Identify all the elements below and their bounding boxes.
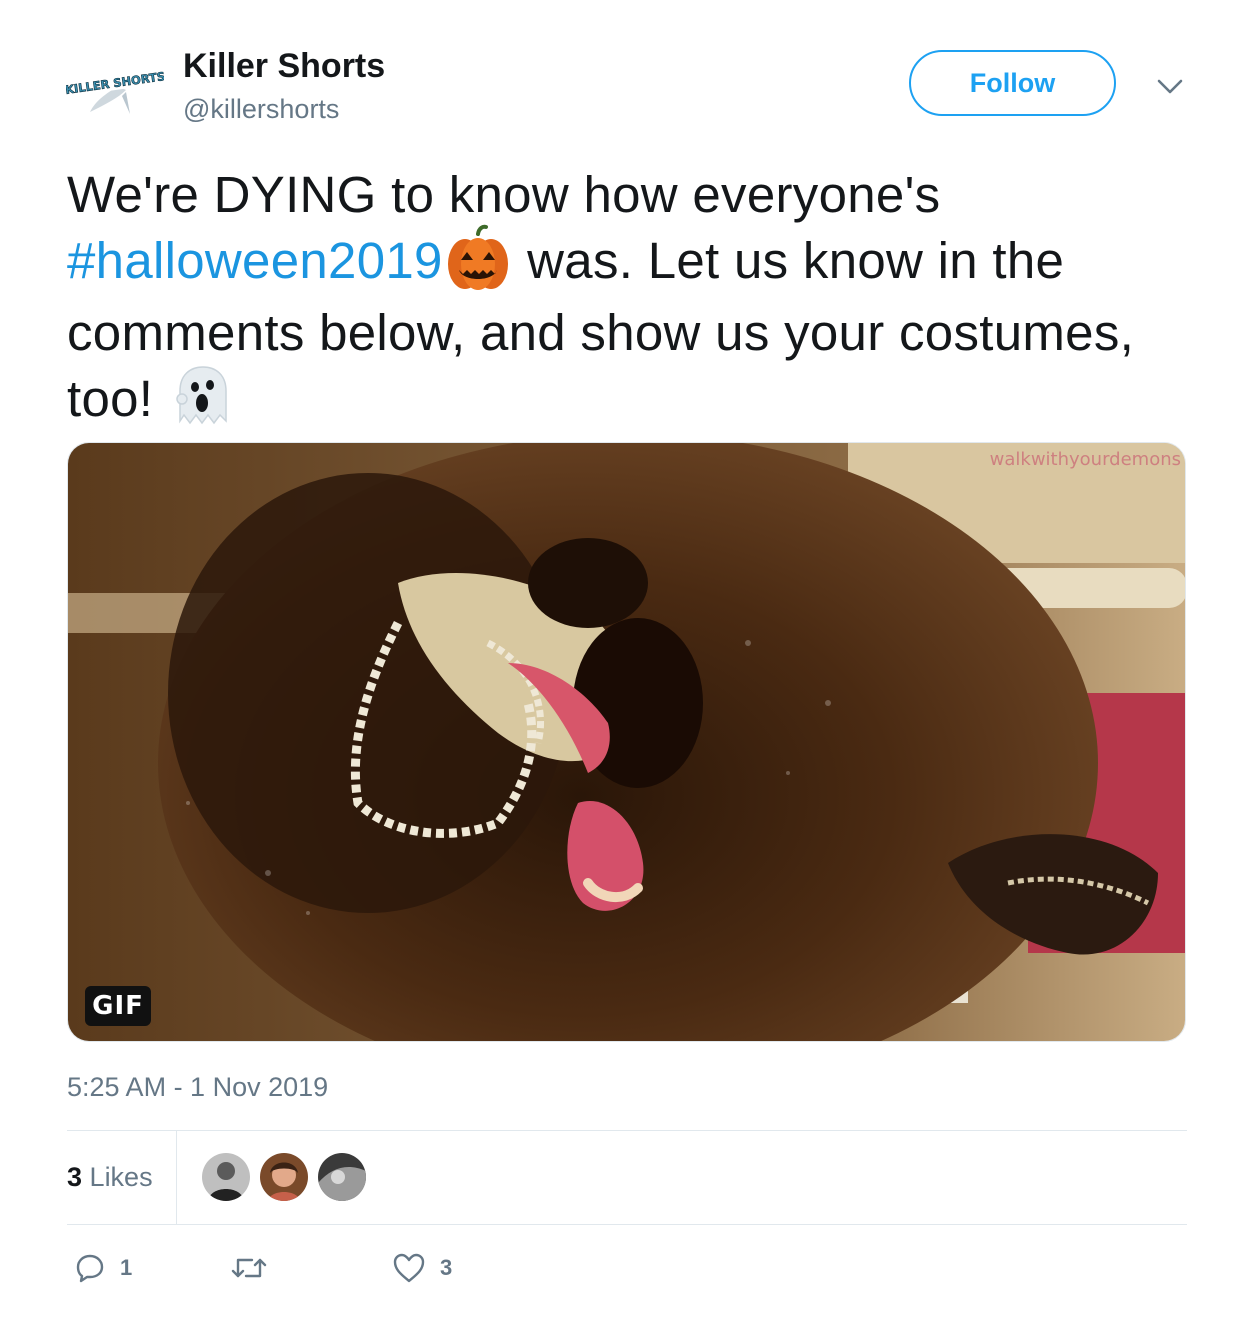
hashtag-link[interactable]: #halloween2019 (67, 232, 443, 289)
gif-frame-image (68, 443, 1185, 1041)
like-count: 3 (440, 1255, 453, 1280)
reply-button[interactable]: 1 (74, 1252, 132, 1284)
gif-badge: GIF (85, 986, 151, 1026)
gif-media[interactable]: walkwithyourdemons GIF (67, 442, 1186, 1042)
author-avatar[interactable]: KILLER SHORTS (64, 56, 166, 116)
killer-shorts-logo: KILLER SHORTS (64, 67, 166, 114)
tweet-timestamp[interactable]: 5:25 AM - 1 Nov 2019 (67, 1072, 328, 1103)
chevron-down-icon[interactable] (1155, 74, 1185, 98)
gif-watermark: walkwithyourdemons (989, 449, 1181, 470)
likes-count-number: 3 (67, 1162, 83, 1192)
tweet-text-part1: We're DYING to know how everyone's (67, 166, 941, 223)
liker-avatar[interactable] (202, 1153, 250, 1201)
likes-section: 3 Likes (67, 1131, 1187, 1224)
likes-count-link[interactable]: 3 Likes (67, 1162, 153, 1193)
heart-icon (393, 1253, 425, 1283)
divider-bottom (67, 1224, 1187, 1225)
follow-button[interactable]: Follow (909, 50, 1116, 116)
retweet-icon (231, 1258, 267, 1278)
liker-avatar[interactable] (260, 1153, 308, 1201)
like-button[interactable]: 3 (392, 1252, 452, 1284)
liker-avatar[interactable] (318, 1153, 366, 1201)
tweet-card: KILLER SHORTS Killer Shorts @killershort… (0, 0, 1256, 1334)
author-display-name[interactable]: Killer Shorts (183, 46, 385, 86)
tweet-text: We're DYING to know how everyone's #hallo… (67, 162, 1197, 437)
retweet-button[interactable] (230, 1252, 282, 1284)
reply-icon (76, 1254, 104, 1283)
likes-count-label: Likes (89, 1162, 153, 1192)
ghost-icon (168, 361, 238, 431)
reply-count: 1 (120, 1255, 133, 1280)
likes-separator (176, 1131, 177, 1224)
author-handle[interactable]: @killershorts (183, 93, 339, 125)
jack-o-lantern-icon (443, 224, 513, 294)
